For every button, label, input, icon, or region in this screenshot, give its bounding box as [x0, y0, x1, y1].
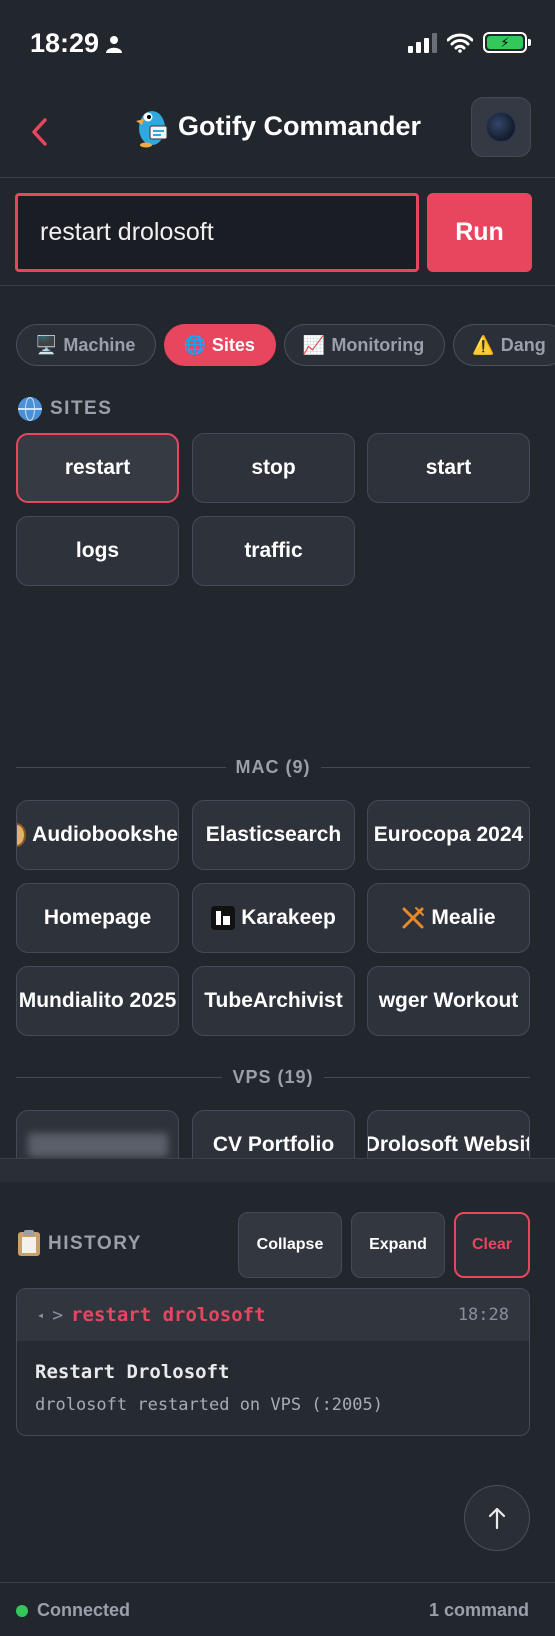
service-wger-button[interactable]: wger Workout: [367, 966, 530, 1036]
tab-label: Machine: [63, 334, 136, 355]
service-label: Audiobookshe: [32, 823, 178, 846]
sites-heading-label: SITES: [50, 398, 113, 419]
redacted-label: [27, 1133, 168, 1157]
mac-divider: MAC (9): [16, 757, 530, 777]
service-cv-portfolio-button[interactable]: CV Portfolio: [192, 1110, 355, 1158]
tab-danger[interactable]: ⚠️ Dang: [453, 324, 555, 366]
divider-line: [16, 1076, 223, 1078]
connection-status-dot: [16, 1605, 28, 1617]
service-mundialito-button[interactable]: Mundialito 2025: [16, 966, 179, 1036]
status-time: 18:29: [30, 28, 123, 59]
command-count: 1 command: [428, 1600, 529, 1620]
karakeep-icon: [211, 906, 236, 930]
service-tubearchivist-button[interactable]: TubeArchivist: [192, 966, 355, 1036]
service-audiobookshelf-button[interactable]: Audiobookshe: [16, 800, 179, 870]
fork-knife-icon: [402, 907, 425, 929]
command-bar: Run: [0, 178, 555, 286]
action-stop-button[interactable]: stop: [192, 433, 355, 503]
clipboard-icon: [18, 1230, 40, 1256]
action-traffic-button[interactable]: traffic: [192, 516, 355, 586]
status-bar: 18:29 ⚡: [0, 0, 555, 88]
service-eurocopa-button[interactable]: Eurocopa 2024: [367, 800, 530, 870]
action-restart-button[interactable]: restart: [16, 433, 179, 503]
service-label: Karakeep: [241, 906, 336, 929]
app-header: Gotify Commander: [0, 88, 555, 178]
globe-icon: 🌐: [183, 334, 206, 355]
expand-button[interactable]: Expand: [351, 1212, 445, 1278]
service-elasticsearch-button[interactable]: Elasticsearch: [192, 800, 355, 870]
mac-heading: MAC (9): [235, 756, 311, 777]
category-tabs: 🖥️ Machine 🌐 Sites 📈 Monitoring ⚠️ Dang: [16, 324, 555, 366]
connection-status: Connected: [37, 1600, 131, 1620]
tab-label: Dang: [500, 334, 546, 355]
vps-heading: VPS (19): [232, 1066, 314, 1087]
service-mealie-button[interactable]: Mealie: [367, 883, 530, 953]
history-entry-header[interactable]: ◂ > restart drolosoft 18:28: [17, 1289, 529, 1341]
scroll-to-top-button[interactable]: [464, 1485, 530, 1551]
tab-monitoring[interactable]: 📈 Monitoring: [283, 324, 446, 366]
service-drolosoft-website-button[interactable]: Drolosoft Websit: [367, 1110, 530, 1158]
tab-label: Sites: [211, 334, 255, 355]
history-result-title: Restart Drolosoft: [35, 1361, 230, 1383]
service-label: Mealie: [431, 906, 496, 929]
vps-grid: CV Portfolio Drolosoft Websit: [0, 1100, 555, 1158]
action-logs-button[interactable]: logs: [16, 516, 179, 586]
prompt-symbol: >: [52, 1304, 64, 1326]
avatar: [486, 112, 516, 142]
tab-label: Monitoring: [331, 334, 425, 355]
vps-divider: VPS (19): [16, 1067, 530, 1087]
warning-icon: ⚠️: [472, 334, 495, 355]
app-title: Gotify Commander: [178, 110, 422, 141]
title-group: Gotify Commander: [132, 104, 421, 148]
sites-heading: SITES: [18, 397, 112, 421]
section-separator: [0, 1158, 555, 1182]
history-time: 18:28: [457, 1305, 509, 1325]
history-heading-label: HISTORY: [48, 1233, 142, 1254]
service-homepage-button[interactable]: Homepage: [16, 883, 179, 953]
battery-icon: ⚡: [483, 32, 531, 53]
arrow-up-icon: [488, 1507, 506, 1530]
profile-button[interactable]: [471, 97, 531, 157]
back-button[interactable]: [30, 110, 70, 154]
audiobookshelf-icon: [17, 823, 27, 847]
status-footer: Connected 1 command: [0, 1582, 555, 1636]
history-entry: ◂ > restart drolosoft 18:28 Restart Drol…: [16, 1288, 530, 1436]
globe-icon: [18, 397, 42, 421]
history-command: restart drolosoft: [71, 1304, 266, 1326]
status-indicators: ⚡: [408, 32, 531, 53]
divider-line: [16, 766, 226, 768]
tab-sites[interactable]: 🌐 Sites: [164, 324, 276, 366]
collapse-caret-icon[interactable]: ◂: [37, 1308, 44, 1322]
action-start-button[interactable]: start: [367, 433, 530, 503]
service-karakeep-button[interactable]: Karakeep: [192, 883, 355, 953]
command-input[interactable]: [15, 193, 419, 272]
computer-icon: 🖥️: [35, 334, 58, 355]
cellular-signal-icon: [408, 32, 437, 53]
person-icon: [106, 35, 123, 53]
divider-line: [323, 1076, 530, 1078]
tab-machine[interactable]: 🖥️ Machine: [16, 324, 157, 366]
clear-button[interactable]: Clear: [454, 1212, 530, 1278]
service-redacted-button[interactable]: [16, 1110, 179, 1158]
collapse-button[interactable]: Collapse: [238, 1212, 342, 1278]
history-heading: HISTORY: [18, 1230, 142, 1256]
chart-icon: 📈: [302, 334, 326, 355]
divider-line: [320, 766, 530, 768]
run-button[interactable]: Run: [427, 193, 532, 272]
history-result-message: drolosoft restarted on VPS (:2005): [35, 1395, 383, 1415]
chevron-left-icon: [32, 118, 47, 146]
gotify-mascot-icon: [136, 111, 168, 148]
wifi-icon: [447, 33, 473, 53]
